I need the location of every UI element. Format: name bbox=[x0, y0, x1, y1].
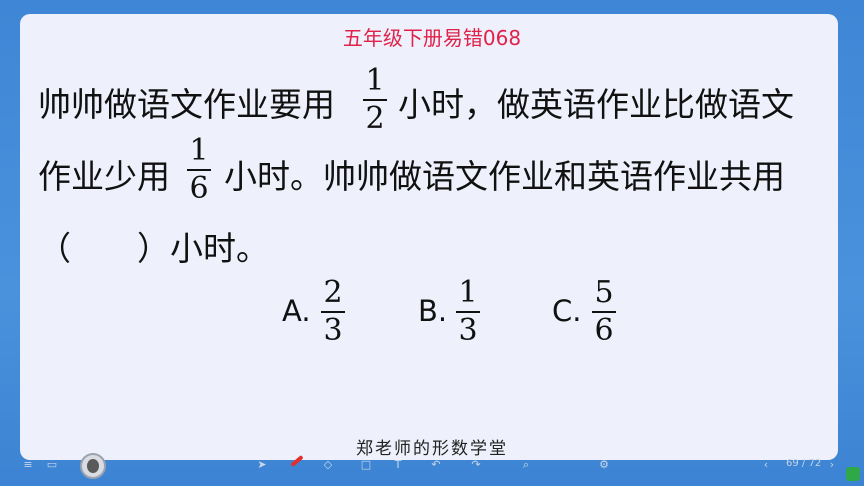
option-a-fraction: 2 3 bbox=[318, 278, 348, 346]
option-b-fraction: 1 3 bbox=[453, 278, 483, 346]
option-c-label: C. bbox=[552, 294, 582, 328]
presentation-toolbar: ≡ ▭ ➤ ◇ □ T ↶ ↷ ⌕ ⚙ ‹ › bbox=[0, 452, 864, 478]
undo-icon[interactable]: ↶ bbox=[430, 459, 442, 471]
avatar-face bbox=[87, 459, 99, 473]
settings-icon[interactable]: ⚙ bbox=[598, 459, 610, 471]
option-a-label: A. bbox=[282, 294, 311, 328]
option-b-label: B. bbox=[418, 294, 448, 328]
fraction-denominator: 3 bbox=[323, 313, 343, 348]
fraction-one-half: 1 2 bbox=[360, 66, 390, 134]
shape-icon[interactable]: □ bbox=[360, 459, 372, 471]
fraction-numerator: 5 bbox=[594, 275, 614, 310]
zoom-icon[interactable]: ⌕ bbox=[520, 459, 532, 471]
fraction-denominator: 3 bbox=[458, 313, 478, 348]
next-icon[interactable]: › bbox=[826, 459, 838, 471]
slide-title: 五年级下册易错068 bbox=[342, 26, 522, 50]
avatar[interactable] bbox=[80, 453, 106, 479]
fraction-one-sixth: 1 6 bbox=[184, 136, 214, 204]
fraction-denominator: 2 bbox=[365, 101, 385, 136]
app-corner-icon[interactable] bbox=[846, 467, 860, 481]
fraction-numerator: 1 bbox=[189, 133, 209, 168]
fraction-denominator: 6 bbox=[594, 313, 614, 348]
question-line-2b: 小时。帅帅做语文作业和英语作业共用 bbox=[224, 157, 785, 196]
question-line-1b: 小时，做英语作业比做语文 bbox=[398, 85, 794, 124]
fraction-numerator: 1 bbox=[365, 63, 385, 98]
page-indicator: 69 / 72 bbox=[786, 458, 822, 469]
question-line-1a: 帅帅做语文作业要用 bbox=[38, 85, 335, 124]
question-line-2a: 作业少用 bbox=[38, 157, 170, 196]
fraction-numerator: 1 bbox=[458, 275, 478, 310]
pointer-icon[interactable]: ➤ bbox=[256, 459, 268, 471]
menu-icon[interactable]: ≡ bbox=[22, 459, 34, 471]
eraser-icon[interactable]: ◇ bbox=[322, 459, 334, 471]
fraction-numerator: 2 bbox=[323, 275, 343, 310]
presentation-window: 五年级下册易错068 帅帅做语文作业要用 1 2 小时，做英语作业比做语文 作业… bbox=[0, 0, 864, 486]
text-icon[interactable]: T bbox=[392, 459, 404, 471]
option-c-fraction: 5 6 bbox=[589, 278, 619, 346]
slides-icon[interactable]: ▭ bbox=[46, 459, 58, 471]
question-line-3: （ ）小时。 bbox=[38, 229, 269, 268]
fraction-denominator: 6 bbox=[189, 171, 209, 206]
prev-icon[interactable]: ‹ bbox=[760, 459, 772, 471]
redo-icon[interactable]: ↷ bbox=[470, 459, 482, 471]
